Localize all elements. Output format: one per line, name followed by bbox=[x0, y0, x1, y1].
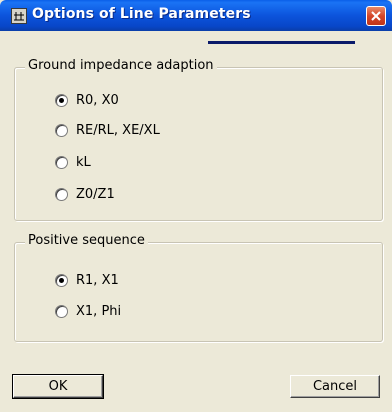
window-title: Options of Line Parameters bbox=[32, 6, 251, 22]
title-underline bbox=[208, 41, 355, 44]
radio-button[interactable] bbox=[55, 187, 68, 201]
radio-label: Z0/Z1 bbox=[76, 186, 115, 202]
radio-label: R1, X1 bbox=[76, 272, 119, 288]
close-icon bbox=[371, 11, 381, 21]
radio-label: X1, Phi bbox=[76, 303, 122, 319]
radio-button[interactable] bbox=[55, 93, 68, 107]
radio-button[interactable] bbox=[55, 123, 68, 137]
radio-x1-phi[interactable]: X1, Phi bbox=[55, 302, 121, 320]
radio-label: RE/RL, XE/XL bbox=[76, 122, 160, 138]
radio-r0-x0[interactable]: R0, X0 bbox=[55, 91, 119, 109]
positive-sequence-legend: Positive sequence bbox=[25, 233, 148, 248]
radio-button[interactable] bbox=[55, 304, 68, 318]
radio-label: kL bbox=[76, 154, 91, 170]
radio-button[interactable] bbox=[55, 155, 68, 169]
radio-button[interactable] bbox=[55, 273, 68, 287]
title-bar[interactable]: Options of Line Parameters bbox=[0, 0, 392, 31]
ground-impedance-legend: Ground impedance adaption bbox=[25, 58, 217, 73]
radio-label: R0, X0 bbox=[76, 92, 119, 108]
positive-sequence-group: Positive sequence bbox=[14, 233, 383, 342]
radio-r1-x1[interactable]: R1, X1 bbox=[55, 271, 119, 289]
radio-re-rl-xe-xl[interactable]: RE/RL, XE/XL bbox=[55, 121, 160, 139]
ok-button[interactable]: OK bbox=[12, 374, 104, 399]
radio-kl[interactable]: kL bbox=[55, 153, 91, 171]
app-icon bbox=[11, 8, 27, 24]
cancel-button[interactable]: Cancel bbox=[290, 375, 380, 398]
radio-z0-z1[interactable]: Z0/Z1 bbox=[55, 185, 115, 203]
close-button[interactable] bbox=[366, 6, 386, 26]
